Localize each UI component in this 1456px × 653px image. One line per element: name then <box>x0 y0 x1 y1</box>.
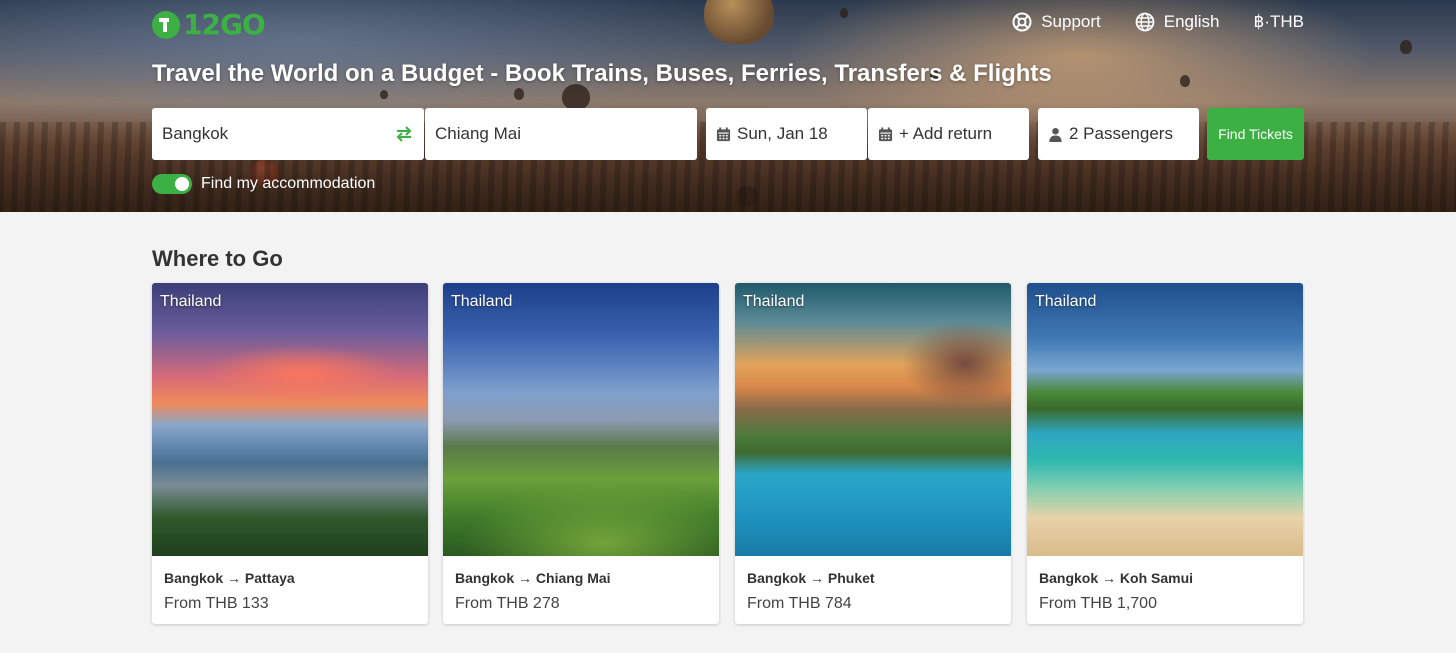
nav-support[interactable]: Support <box>1012 12 1101 32</box>
card-price: From THB 278 <box>455 595 560 612</box>
card-route: Bangkok → Phuket <box>747 570 875 586</box>
from-field[interactable]: Bangkok <box>152 108 424 160</box>
top-nav: Support English ฿·THB <box>1012 12 1304 32</box>
card-route: Bangkok → Koh Samui <box>1039 570 1194 586</box>
destination-image <box>152 283 428 556</box>
card-route: Bangkok → Pattaya <box>164 570 295 586</box>
card-country: Thailand <box>1035 293 1097 310</box>
return-date-value: + Add return <box>899 124 993 143</box>
destination-card-koh-samui[interactable]: Thailand Bangkok → Koh Samui From THB 1,… <box>1027 283 1303 624</box>
passengers-field[interactable]: 2 Passengers <box>1038 108 1199 160</box>
card-price: From THB 133 <box>164 595 269 612</box>
card-price: From THB 1,700 <box>1039 595 1157 612</box>
to-value: Chiang Mai <box>435 124 521 143</box>
card-price: From THB 784 <box>747 595 852 612</box>
logo-text: 12GO <box>183 8 266 41</box>
globe-icon <box>1135 12 1155 32</box>
page-headline: Travel the World on a Budget - Book Trai… <box>152 60 1052 87</box>
departure-date-value: Sun, Jan 18 <box>737 124 828 143</box>
balloon-decoration <box>840 8 848 18</box>
balloon-decoration <box>514 88 524 100</box>
find-tickets-button[interactable]: Find Tickets <box>1207 108 1304 160</box>
destination-image <box>735 283 1011 556</box>
destination-image <box>1027 283 1303 556</box>
from-value: Bangkok <box>162 124 229 143</box>
to-field[interactable]: Chiang Mai <box>425 108 697 160</box>
departure-date-field[interactable]: Sun, Jan 18 <box>706 108 867 160</box>
return-date-field[interactable]: + Add return <box>868 108 1029 160</box>
person-icon <box>1049 127 1062 142</box>
nav-currency-label: ฿·THB <box>1253 12 1304 31</box>
destination-card-chiang-mai[interactable]: Thailand Bangkok → Chiang Mai From THB 2… <box>443 283 719 624</box>
card-country: Thailand <box>451 293 513 310</box>
balloon-decoration <box>704 0 774 44</box>
support-icon <box>1012 12 1032 32</box>
destination-card-phuket[interactable]: Thailand Bangkok → Phuket From THB 784 <box>735 283 1011 624</box>
swap-icon[interactable] <box>394 124 414 144</box>
card-route: Bangkok → Chiang Mai <box>455 570 611 586</box>
site-logo[interactable]: 12GO <box>152 8 266 41</box>
accommodation-toggle-row: Find my accommodation <box>152 174 375 194</box>
balloon-decoration <box>736 186 758 206</box>
balloon-decoration <box>380 90 388 99</box>
where-to-go-title: Where to Go <box>152 246 283 271</box>
balloon-decoration <box>1180 75 1190 87</box>
nav-language-label: English <box>1163 12 1220 31</box>
accommodation-label: Find my accommodation <box>201 175 376 192</box>
destination-card-pattaya[interactable]: Thailand Bangkok → Pattaya From THB 133 <box>152 283 428 624</box>
card-country: Thailand <box>160 293 222 310</box>
balloon-decoration <box>1400 40 1412 54</box>
accommodation-toggle[interactable] <box>152 174 192 194</box>
destination-image <box>443 283 719 556</box>
nav-language[interactable]: English <box>1135 12 1220 32</box>
nav-support-label: Support <box>1041 12 1101 31</box>
calendar-icon <box>878 126 893 141</box>
card-country: Thailand <box>743 293 805 310</box>
hero-banner: 12GO Support English ฿·THB Travel the Wo… <box>0 0 1456 212</box>
passengers-value: 2 Passengers <box>1069 124 1173 143</box>
nav-currency[interactable]: ฿·THB <box>1254 12 1304 32</box>
logo-icon <box>152 10 180 39</box>
calendar-icon <box>716 126 731 141</box>
